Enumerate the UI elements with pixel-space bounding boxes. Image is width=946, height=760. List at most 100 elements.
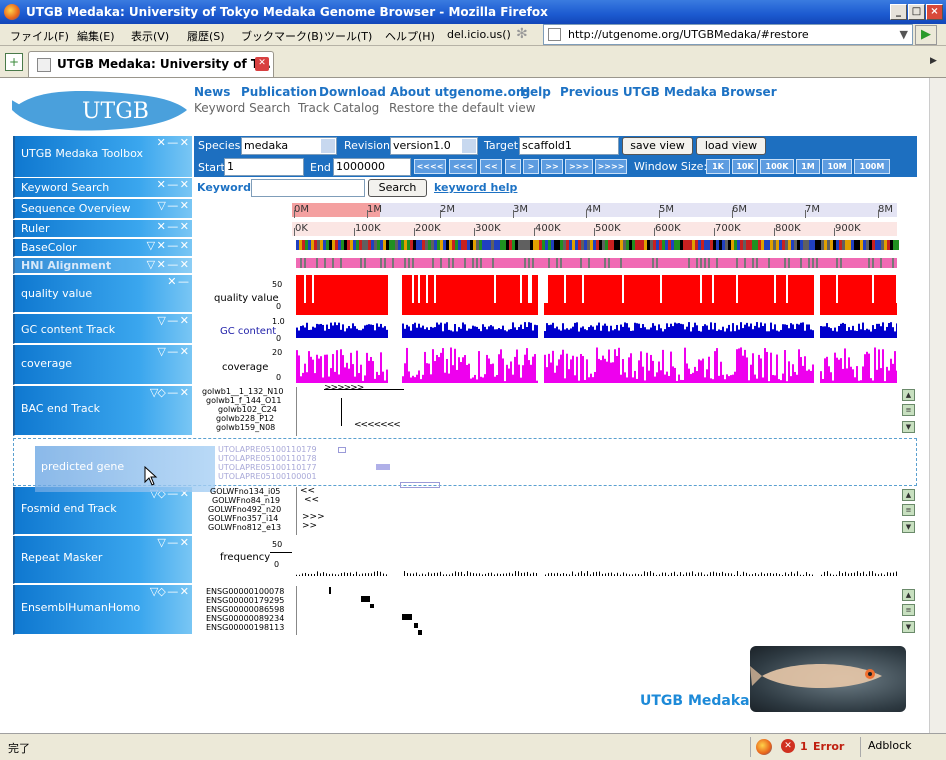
menu-file[interactable]: ファイル(F)	[10, 28, 69, 44]
track-controls-icon[interactable]: ▽ — ✕	[157, 199, 189, 212]
ensembl-feature[interactable]	[418, 630, 422, 635]
error-count[interactable]: 1	[800, 740, 808, 753]
nav-help[interactable]: Help	[520, 85, 551, 99]
track-controls-icon[interactable]: ▽◇ — ✕	[150, 386, 189, 399]
nav-button-right-3[interactable]: >>>	[565, 159, 593, 174]
sublink-restore-default[interactable]: Restore the default view	[389, 101, 536, 115]
menu-tools[interactable]: ツール(T)	[324, 28, 372, 44]
load-view-button[interactable]: load view	[696, 137, 766, 155]
track-controls-icon[interactable]: ✕ — ✕	[157, 178, 189, 191]
track-panel-repeat-masker[interactable]: Repeat Masker ▽ — ✕	[13, 536, 192, 584]
sublink-keyword-search[interactable]: Keyword Search	[194, 101, 290, 115]
nav-button-far-left[interactable]: <<<<	[414, 159, 446, 174]
target-input[interactable]: scaffold1	[519, 137, 619, 155]
ensembl-feature[interactable]	[370, 604, 374, 608]
error-icon[interactable]: ✕	[781, 739, 795, 753]
track-controls-icon[interactable]: ▽◇ — ✕	[150, 585, 189, 598]
nav-button-far-right[interactable]: >>>>	[595, 159, 627, 174]
track-panel-coverage[interactable]: coverage ▽ — ✕	[13, 345, 192, 385]
window-size-100k[interactable]: 100K	[760, 159, 794, 174]
track-scroll-down-icon[interactable]: ▼	[902, 521, 915, 533]
browser-tab[interactable]: UTGB Medaka: University of T...	[28, 51, 274, 77]
end-input[interactable]: 1000000	[333, 158, 411, 176]
ensembl-feature[interactable]	[414, 623, 418, 628]
window-size-1k[interactable]: 1K	[706, 159, 730, 174]
track-controls-icon[interactable]: ✕ — ✕	[157, 220, 189, 233]
nav-previous-browser[interactable]: Previous UTGB Medaka Browser	[560, 85, 777, 99]
error-label[interactable]: Error	[813, 740, 844, 753]
window-size-10k[interactable]: 10K	[732, 159, 758, 174]
sublink-track-catalog[interactable]: Track Catalog	[298, 101, 379, 115]
track-scroll-down-icon[interactable]: ▼	[902, 421, 915, 433]
nav-news[interactable]: News	[194, 85, 230, 99]
nav-button-right-1[interactable]: >	[523, 159, 539, 174]
track-panel-hni-alignment[interactable]: HNI Alignment ▽ ✕ — ✕	[13, 258, 192, 274]
save-view-button[interactable]: save view	[622, 137, 693, 155]
vertical-scrollbar[interactable]	[929, 78, 946, 733]
species-select[interactable]: medaka	[241, 137, 337, 155]
ensembl-feature[interactable]	[329, 587, 331, 594]
track-controls-icon[interactable]: ▽ ✕ — ✕	[147, 258, 189, 271]
nav-button-left-1[interactable]: <	[505, 159, 521, 174]
new-tab-icon[interactable]: +	[5, 53, 23, 71]
menu-bookmarks[interactable]: ブックマーク(B)	[241, 28, 323, 44]
adblock-label[interactable]: Adblock	[868, 739, 912, 752]
track-scroll-up-icon[interactable]: ▲	[902, 389, 915, 401]
window-size-100m[interactable]: 100M	[854, 159, 890, 174]
track-scroll-handle[interactable]: ≡	[902, 404, 915, 416]
menu-delicious[interactable]: del.icio.us()	[447, 28, 511, 41]
menu-view[interactable]: 表示(V)	[131, 28, 169, 44]
close-button[interactable]: ×	[926, 4, 943, 20]
tab-list-icon[interactable]: ▶	[930, 56, 937, 66]
nav-button-left-3[interactable]: <<<	[449, 159, 477, 174]
url-dropdown-icon[interactable]: ▼	[900, 25, 908, 44]
gene-feature[interactable]	[376, 464, 390, 470]
utgb-logo[interactable]: UTGB	[12, 88, 187, 132]
bac-feature[interactable]	[341, 398, 342, 426]
track-controls-icon[interactable]: ▽ — ✕	[157, 345, 189, 358]
go-button[interactable]: ▶	[915, 25, 937, 45]
track-panel-fosmid-end[interactable]: Fosmid end Track ▽◇ — ✕	[13, 487, 192, 535]
track-panel-basecolor[interactable]: BaseColor ▽ ✕ — ✕	[13, 239, 192, 257]
track-controls-icon[interactable]: ▽ ✕ — ✕	[147, 239, 189, 252]
menu-edit[interactable]: 編集(E)	[77, 28, 115, 44]
track-controls-icon[interactable]: ✕ — ✕	[157, 136, 189, 149]
keyword-help-link[interactable]: keyword help	[434, 181, 517, 194]
track-scroll-handle[interactable]: ≡	[902, 604, 915, 616]
revision-select[interactable]: version1.0	[390, 137, 478, 155]
track-scroll-down-icon[interactable]: ▼	[902, 621, 915, 633]
track-panel-bac-end[interactable]: BAC end Track ▽◇ — ✕	[13, 386, 192, 436]
track-panel-toolbox[interactable]: UTGB Medaka Toolbox ✕ — ✕	[13, 136, 192, 178]
ensembl-feature[interactable]	[402, 614, 412, 620]
window-size-1m[interactable]: 1M	[796, 159, 820, 174]
track-panel-gc-content[interactable]: GC content Track ▽ — ✕	[13, 314, 192, 344]
search-button[interactable]: Search	[368, 179, 427, 197]
menu-help[interactable]: ヘルプ(H)	[385, 28, 435, 44]
minimize-button[interactable]: _	[890, 4, 907, 20]
track-scroll-up-icon[interactable]: ▲	[902, 589, 915, 601]
nav-publication[interactable]: Publication	[241, 85, 317, 99]
track-panel-sequence-overview[interactable]: Sequence Overview ▽ — ✕	[13, 199, 192, 219]
track-controls-icon[interactable]: ▽ — ✕	[157, 536, 189, 549]
nav-button-left-2[interactable]: <<	[480, 159, 502, 174]
keyword-input[interactable]	[251, 179, 365, 197]
track-scroll-handle[interactable]: ≡	[902, 504, 915, 516]
track-panel-keyword-search[interactable]: Keyword Search ✕ — ✕	[13, 178, 192, 198]
menu-history[interactable]: 履歴(S)	[187, 28, 225, 44]
ensembl-feature[interactable]	[361, 596, 370, 602]
gene-feature[interactable]	[338, 447, 346, 453]
nav-about[interactable]: About utgenome.org	[390, 85, 530, 99]
track-controls-icon[interactable]: ✕ —	[167, 275, 189, 288]
track-panel-quality-value[interactable]: quality value ✕ —	[13, 275, 192, 313]
track-controls-icon[interactable]: ▽ — ✕	[157, 314, 189, 327]
start-input[interactable]: 1	[224, 158, 304, 176]
track-panel-ensembl-human-homo[interactable]: EnsemblHumanHomo ▽◇ — ✕	[13, 585, 192, 635]
nav-button-right-2[interactable]: >>	[541, 159, 563, 174]
window-size-10m[interactable]: 10M	[822, 159, 852, 174]
tab-close-icon[interactable]: ✕	[255, 57, 269, 71]
url-bar[interactable]: http://utgenome.org/UTGBMedaka/#restore …	[543, 24, 913, 45]
dragged-track-panel[interactable]: predicted gene	[35, 446, 215, 492]
nav-download[interactable]: Download	[319, 85, 386, 99]
maximize-button[interactable]: □	[908, 4, 925, 20]
track-panel-ruler[interactable]: Ruler ✕ — ✕	[13, 220, 192, 238]
